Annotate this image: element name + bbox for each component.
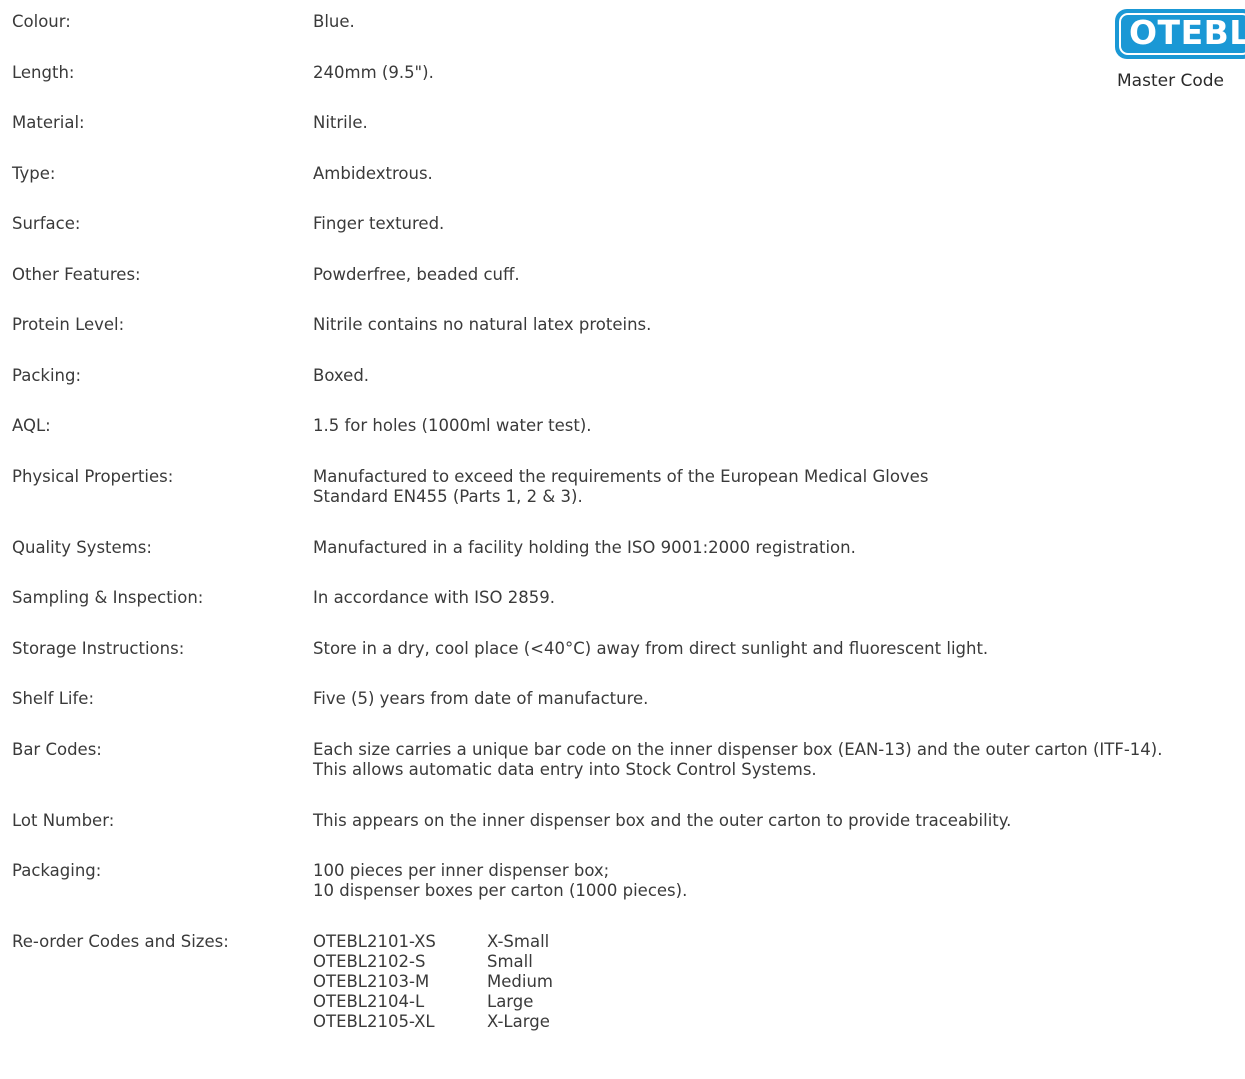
specification-list: Colour: Blue. Length: 240mm (9.5"). Material…	[12, 12, 1242, 1032]
spec-value-line: 10 dispenser boxes per carton (1000 piec…	[313, 881, 688, 900]
spec-row: Sampling & Inspection: In accordance with…	[12, 588, 1242, 639]
spec-value-line: Finger textured.	[313, 214, 445, 233]
spec-value: Store in a dry, cool place (<40°C) away …	[313, 639, 1242, 659]
reorder-code: OTEBL2105-XL	[313, 1012, 435, 1031]
spec-label: Physical Properties:	[12, 466, 174, 486]
spec-value: Boxed.	[313, 366, 1242, 386]
spec-value-line: Blue.	[313, 12, 355, 31]
spec-value: Each size carries a unique bar code on t…	[313, 740, 1242, 780]
spec-row: Shelf Life: Five (5) years from date of m…	[12, 689, 1242, 740]
spec-value-line: 1.5 for holes (1000ml water test).	[313, 416, 592, 435]
spec-value-line: Store in a dry, cool place (<40°C) away …	[313, 638, 989, 658]
spec-label: Packing:	[12, 365, 82, 385]
spec-value: Manufactured in a facility holding the I…	[313, 538, 1242, 558]
spec-value-line: Nitrile contains no natural latex protei…	[313, 315, 652, 334]
spec-value-line: Boxed.	[313, 365, 370, 385]
spec-value: Finger textured.	[313, 214, 1242, 234]
spec-row: Surface: Finger textured.	[12, 214, 1242, 265]
spec-label: Quality Systems:	[12, 537, 152, 557]
spec-row: Colour: Blue.	[12, 12, 1242, 63]
spec-value: 1.5 for holes (1000ml water test).	[313, 416, 1242, 436]
spec-row: Quality Systems: Manufactured in a facili…	[12, 538, 1242, 589]
spec-row: Lot Number: This appears on the inner dis…	[12, 811, 1242, 862]
reorder-size: Small	[487, 952, 533, 971]
spec-value-line: Each size carries a unique bar code on t…	[313, 739, 1163, 759]
spec-value: 100 pieces per inner dispenser box; 10 di…	[313, 861, 1242, 901]
spec-row: Storage Instructions: Store in a dry, coo…	[12, 639, 1242, 690]
spec-value-line: This allows automatic data entry into St…	[313, 759, 817, 779]
spec-label: Surface:	[12, 214, 81, 233]
spec-row: Other Features: Powderfree, beaded cuff.	[12, 265, 1242, 316]
spec-row: Packaging: 100 pieces per inner dispenser…	[12, 861, 1242, 932]
reorder-code: OTEBL2103-M	[313, 972, 430, 991]
spec-label: Other Features:	[12, 264, 141, 284]
reorder-code: OTEBL2104-L	[313, 992, 425, 1011]
spec-label: AQL:	[12, 416, 51, 435]
spec-value: Powderfree, beaded cuff.	[313, 265, 1242, 285]
spec-label: Packaging:	[12, 861, 102, 880]
spec-value-line: Manufactured to exceed the requirements …	[313, 466, 929, 486]
spec-value: Blue.	[313, 12, 1242, 32]
spec-label: Colour:	[12, 12, 71, 31]
reorder-size: X-Large	[487, 1012, 550, 1031]
spec-value-line: Manufactured in a facility holding the I…	[313, 537, 856, 557]
spec-label: Material:	[12, 113, 85, 132]
spec-value: Ambidextrous.	[313, 164, 1242, 184]
spec-row: Material: Nitrile.	[12, 113, 1242, 164]
reorder-row: Re-order Codes and Sizes: OTEBL2101-XS X-S…	[12, 932, 1242, 1032]
spec-value-line: Standard EN455 (Parts 1, 2 & 3).	[313, 486, 583, 506]
spec-row: AQL: 1.5 for holes (1000ml water test).	[12, 416, 1242, 467]
reorder-code: OTEBL2101-XS	[313, 932, 436, 951]
reorder-code: OTEBL2102-S	[313, 952, 426, 971]
spec-value-line: Five (5) years from date of manufacture.	[313, 689, 649, 708]
spec-value-line: Nitrile.	[313, 113, 368, 132]
reorder-size: Large	[487, 992, 534, 1011]
spec-value-line: 240mm (9.5").	[313, 62, 434, 82]
reorder-size: Medium	[487, 972, 553, 991]
spec-value: Five (5) years from date of manufacture.	[313, 689, 1242, 709]
spec-label: Sampling & Inspection:	[12, 588, 204, 607]
reorder-codes-table: OTEBL2101-XS X-Small OTEBL2102-S Small OTEBL…	[313, 932, 1242, 1032]
spec-row: Type: Ambidextrous.	[12, 164, 1242, 215]
spec-label: Type:	[12, 163, 56, 183]
spec-label: Storage Instructions:	[12, 638, 185, 658]
spec-row: Protein Level: Nitrile contains no natura…	[12, 315, 1242, 366]
spec-value: Nitrile.	[313, 113, 1242, 133]
reorder-size: X-Small	[487, 932, 550, 951]
spec-value: Manufactured to exceed the requirements …	[313, 467, 1242, 507]
spec-label: Lot Number:	[12, 810, 115, 830]
spec-row: Packing: Boxed.	[12, 366, 1242, 417]
spec-value-line: 100 pieces per inner dispenser box;	[313, 861, 610, 880]
spec-row: Physical Properties: Manufactured to exce…	[12, 467, 1242, 538]
spec-label: Bar Codes:	[12, 739, 102, 759]
spec-value: In accordance with ISO 2859.	[313, 588, 1242, 608]
spec-row: Length: 240mm (9.5").	[12, 63, 1242, 114]
spec-label: Protein Level:	[12, 315, 125, 334]
spec-row: Bar Codes: Each size carries a unique bar…	[12, 740, 1242, 811]
spec-value: Nitrile contains no natural latex protei…	[313, 315, 1242, 335]
spec-value-line: This appears on the inner dispenser box …	[313, 810, 1012, 830]
reorder-label: Re-order Codes and Sizes:	[12, 932, 229, 951]
spec-value: This appears on the inner dispenser box …	[313, 811, 1242, 831]
spec-value-line: In accordance with ISO 2859.	[313, 588, 555, 607]
spec-value-line: Powderfree, beaded cuff.	[313, 264, 520, 284]
spec-value: 240mm (9.5").	[313, 63, 1242, 83]
spec-value-line: Ambidextrous.	[313, 163, 433, 183]
spec-label: Length:	[12, 62, 75, 82]
spec-label: Shelf Life:	[12, 689, 95, 708]
